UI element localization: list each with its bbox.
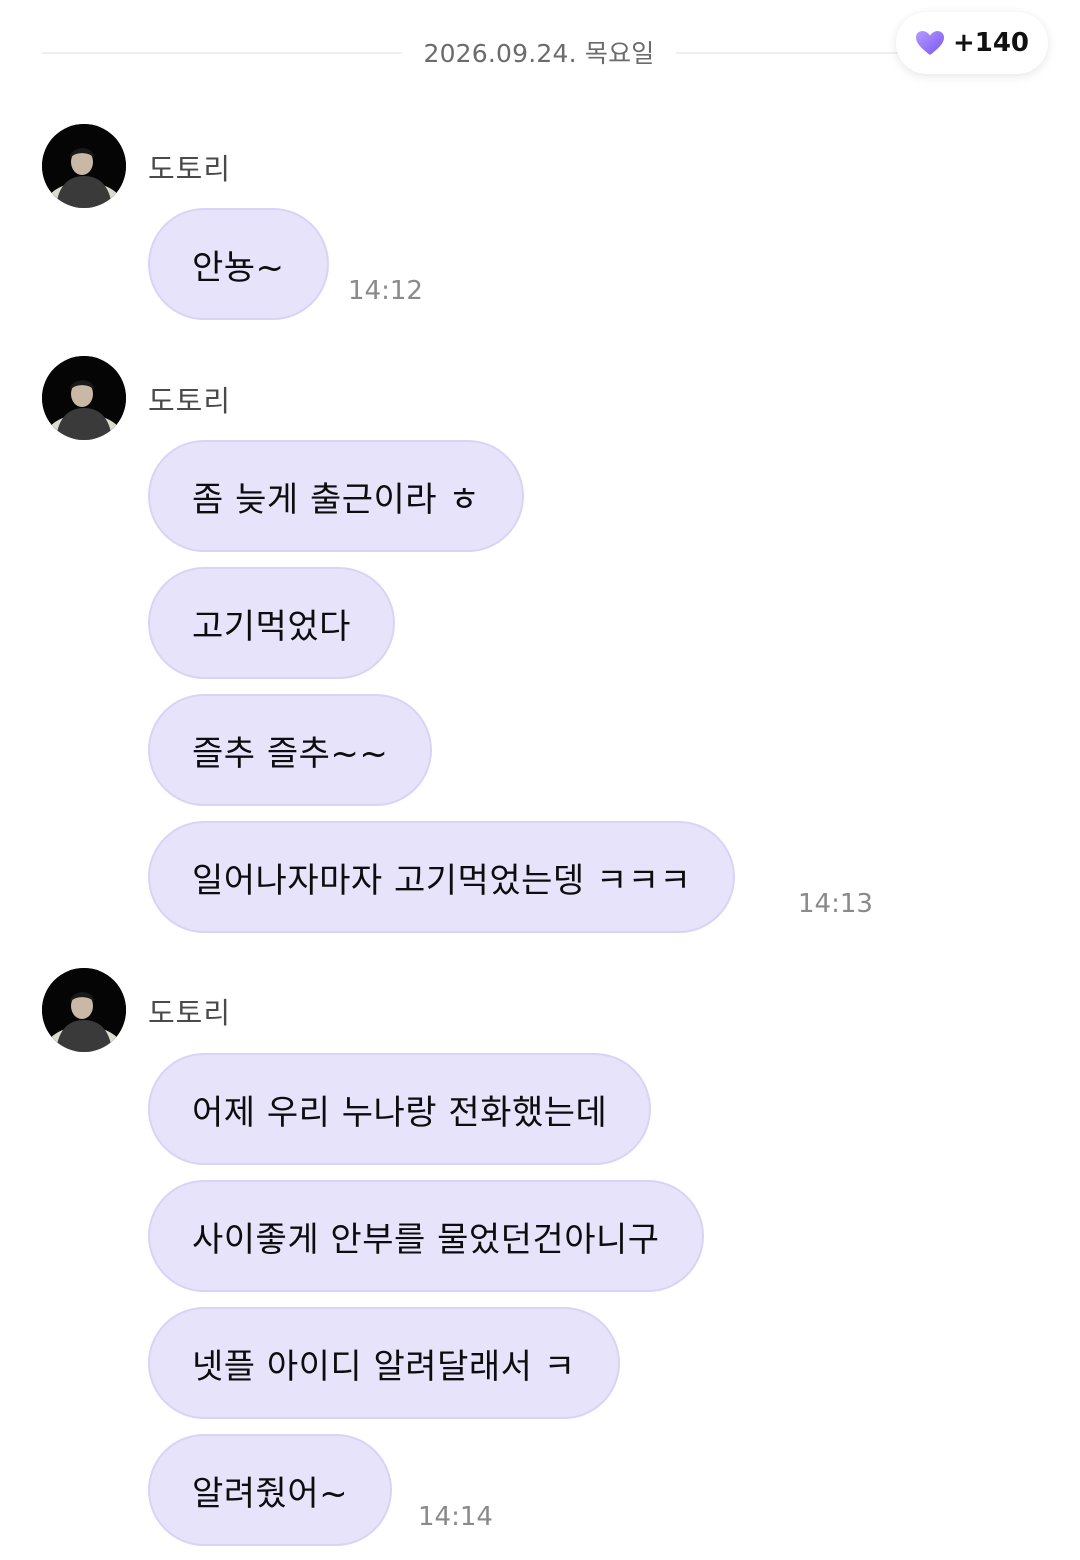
heart-count: +140 — [952, 28, 1030, 58]
avatar[interactable] — [42, 968, 126, 1052]
message-bubble[interactable]: 좀 늦게 출근이라 ㅎ — [148, 440, 525, 552]
avatar-photo — [42, 356, 126, 440]
message-time: 14:13 — [798, 889, 873, 919]
sender-name: 도토리 — [148, 996, 232, 1030]
heart-reaction-badge[interactable]: +140 — [896, 12, 1048, 74]
message-time: 14:14 — [418, 1502, 493, 1532]
avatar-photo — [42, 124, 126, 208]
message-bubble[interactable]: 어제 우리 누나랑 전화했는데 — [148, 1053, 652, 1165]
avatar[interactable] — [42, 124, 126, 208]
sender-name: 도토리 — [148, 384, 232, 418]
avatar-photo — [42, 968, 126, 1052]
message-bubble[interactable]: 안뇽~ — [148, 208, 329, 320]
message-bubble[interactable]: 알려줬어~ — [148, 1434, 393, 1546]
sender-name: 도토리 — [148, 152, 232, 186]
message-bubble[interactable]: 고기먹었다 — [148, 567, 395, 679]
heart-icon — [915, 31, 944, 55]
date-divider-line-left — [42, 52, 402, 54]
message-time: 14:12 — [348, 276, 423, 306]
message-bubble[interactable]: 즐추 즐추~~ — [148, 694, 433, 806]
date-label: 2026.09.24. 목요일 — [423, 39, 655, 68]
date-divider: 2026.09.24. 목요일 — [42, 28, 1038, 76]
avatar[interactable] — [42, 356, 126, 440]
message-bubble[interactable]: 사이좋게 안부를 물었던건아니구 — [148, 1180, 704, 1292]
message-bubble[interactable]: 일어나자마자 고기먹었는뎅 ㅋㅋㅋ — [148, 821, 736, 933]
message-bubble[interactable]: 넷플 아이디 알려달래서 ㅋ — [148, 1307, 620, 1419]
